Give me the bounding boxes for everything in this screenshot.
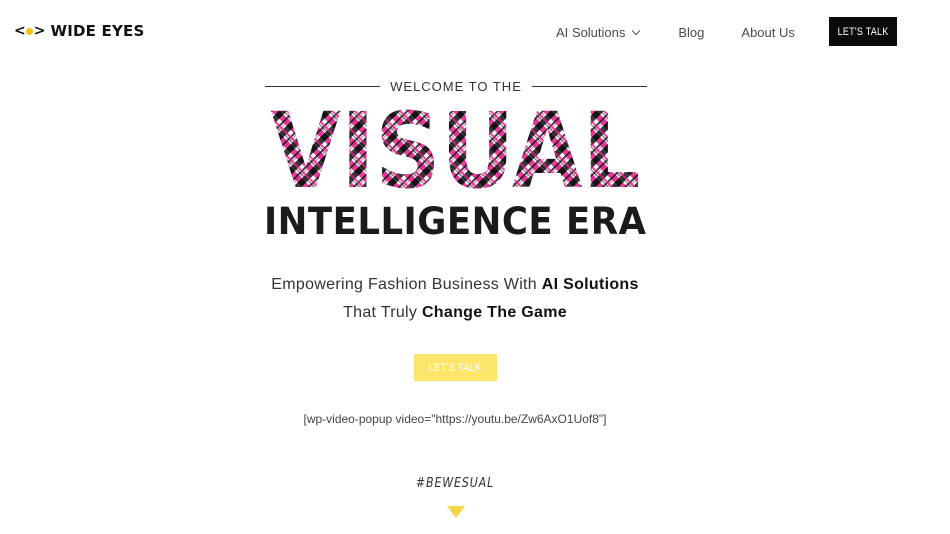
logo-text: WIDE EYES <box>50 22 145 40</box>
eye-logo-icon: < > <box>14 23 45 39</box>
hero-lets-talk-button[interactable]: LET'S TALK <box>414 354 497 381</box>
tagline-line-1: Empowering Fashion Business With AI Solu… <box>0 276 910 294</box>
visual-plaid-heading: VISUAL <box>268 99 643 191</box>
hero-cta-label: LET'S TALK <box>429 361 482 374</box>
hashtag-text: #BEWESUAL <box>415 476 495 491</box>
nav-item-ai-solutions[interactable]: AI Solutions <box>556 25 641 40</box>
tagline-1-bold: AI Solutions <box>541 276 639 293</box>
welcome-heading: WELCOME TO THE <box>265 78 647 94</box>
nav-item-about-us[interactable]: About Us <box>741 25 794 40</box>
logo-link[interactable]: < > WIDE EYES <box>14 22 144 40</box>
tagline-2-bold: Change The Game <box>421 304 567 321</box>
divider-left <box>265 85 381 87</box>
chevron-down-icon <box>632 26 641 35</box>
visual-word: VISUAL <box>271 99 641 191</box>
header-cta-label: LET'S TALK <box>837 25 889 38</box>
welcome-text: WELCOME TO THE <box>390 78 522 94</box>
hashtag: #BEWESUAL <box>0 476 910 491</box>
divider-right <box>531 85 647 87</box>
nav-item-blog[interactable]: Blog <box>678 25 704 40</box>
triangle-down-icon[interactable] <box>447 506 465 518</box>
video-shortcode-text: [wp-video-popup video="https://youtu.be/… <box>303 412 607 426</box>
tagline-line-2: That Truly Change The Game <box>0 304 910 322</box>
main-nav: AI Solutions Blog About Us <box>556 25 795 40</box>
tagline-1-plain: Empowering Fashion Business With <box>271 276 542 293</box>
nav-item-label: AI Solutions <box>556 25 626 40</box>
site-header: < > WIDE EYES AI Solutions Blog About Us … <box>0 0 950 64</box>
tagline-2-plain: That Truly <box>343 304 422 321</box>
header-lets-talk-button[interactable]: LET'S TALK <box>829 17 897 46</box>
hero-title: INTELLIGENCE ERA <box>0 200 910 243</box>
hero-title-text: INTELLIGENCE ERA <box>263 200 647 243</box>
